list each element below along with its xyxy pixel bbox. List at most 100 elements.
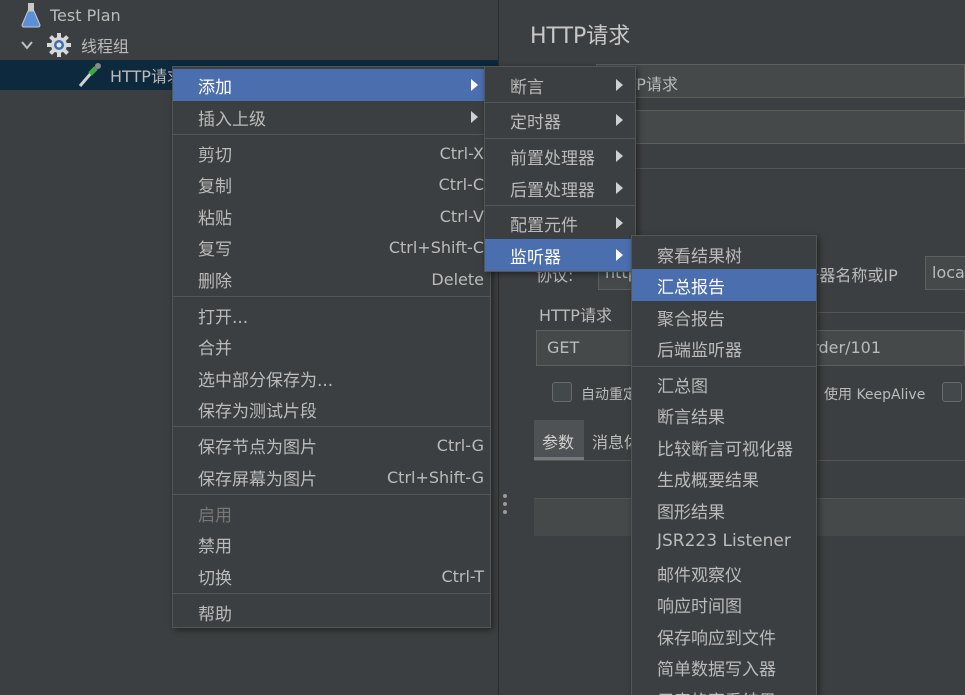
method-select[interactable]: GET bbox=[536, 330, 632, 366]
pipette-icon bbox=[76, 62, 104, 88]
comments-input[interactable] bbox=[596, 110, 965, 144]
auto-redirect-checkbox[interactable] bbox=[552, 382, 572, 402]
server-input[interactable]: localhost bbox=[925, 256, 965, 290]
menu-item-delete[interactable]: 删除 Delete bbox=[173, 263, 490, 295]
menu-item-cut[interactable]: 剪切 Ctrl-X bbox=[173, 137, 490, 169]
menu-item-label: 邮件观察仪 bbox=[657, 565, 742, 586]
menu-separator bbox=[173, 296, 490, 297]
menu-item-save-node-image[interactable]: 保存节点为图片 Ctrl-G bbox=[173, 429, 490, 461]
menu-item-add[interactable]: 添加 bbox=[173, 69, 490, 101]
tab-params[interactable]: 参数 bbox=[534, 420, 584, 460]
name-input[interactable]: HTTP请求 bbox=[596, 64, 965, 98]
page-title: HTTP请求 bbox=[530, 24, 631, 49]
menu-item-label: 监听器 bbox=[510, 247, 561, 268]
menu-item-save-screen-image[interactable]: 保存屏幕为图片 Ctrl+Shift-G bbox=[173, 461, 490, 493]
server-input-value: localhost bbox=[932, 263, 965, 282]
menu-item-shortcut: Delete bbox=[431, 269, 484, 289]
method-select-value: GET bbox=[547, 338, 580, 357]
menu-item-label: 断言结果 bbox=[657, 407, 725, 428]
menu-item-shortcut: Ctrl-X bbox=[439, 143, 484, 163]
menu-item-listener[interactable]: 监听器 bbox=[485, 239, 635, 271]
menu-item-compare-assertion-visualizer[interactable]: 比较断言可视化器 bbox=[632, 431, 816, 463]
tree-item-test-plan[interactable]: Test Plan bbox=[0, 0, 498, 30]
menu-item-toggle[interactable]: 切换 Ctrl-T bbox=[173, 560, 490, 592]
menu-item-label: 保存为测试片段 bbox=[198, 401, 317, 422]
menu-item-help[interactable]: 帮助 bbox=[173, 596, 490, 628]
menu-separator bbox=[173, 134, 490, 135]
gear-icon bbox=[46, 32, 72, 58]
chevron-right-icon bbox=[616, 249, 623, 261]
menu-item-shortcut: Ctrl-T bbox=[441, 566, 484, 586]
menu-item-jsr223-listener[interactable]: JSR223 Listener bbox=[632, 525, 816, 557]
menu-item-label: 响应时间图 bbox=[657, 596, 742, 617]
chevron-right-icon bbox=[471, 111, 478, 123]
menu-item-generate-summary-results[interactable]: 生成概要结果 bbox=[632, 462, 816, 494]
menu-separator bbox=[173, 593, 490, 594]
menu-item-simple-data-writer[interactable]: 简单数据写入器 bbox=[632, 651, 816, 683]
menu-item-insert-parent[interactable]: 插入上级 bbox=[173, 101, 490, 133]
menu-item-label: 剪切 bbox=[198, 145, 232, 166]
tab-message-body[interactable]: 消息体数据 bbox=[592, 420, 632, 460]
menu-item-label: 前置处理器 bbox=[510, 148, 595, 169]
tree-item-label: Test Plan bbox=[50, 5, 121, 25]
menu-item-label: 聚合报告 bbox=[657, 309, 725, 330]
menu-item-view-results-tree[interactable]: 察看结果树 bbox=[632, 238, 816, 270]
menu-item-label: 生成概要结果 bbox=[657, 470, 759, 491]
menu-item-label: 选中部分保存为... bbox=[198, 370, 334, 391]
menu-item-backend-listener[interactable]: 后端监听器 bbox=[632, 332, 816, 364]
menu-item-open[interactable]: 打开... bbox=[173, 299, 490, 331]
menu-item-label: 添加 bbox=[198, 77, 232, 98]
splitter-grip-icon[interactable] bbox=[503, 494, 508, 518]
menu-item-label: 复写 bbox=[198, 239, 232, 260]
menu-item-label: 图形结果 bbox=[657, 502, 725, 523]
menu-separator bbox=[173, 494, 490, 495]
menu-item-assertion[interactable]: 断言 bbox=[485, 69, 635, 101]
flask-icon bbox=[20, 2, 42, 28]
menu-separator bbox=[485, 138, 635, 139]
chevron-down-icon[interactable] bbox=[20, 38, 34, 52]
keepalive-checkbox[interactable] bbox=[942, 382, 962, 402]
menu-item-post-processor[interactable]: 后置处理器 bbox=[485, 172, 635, 204]
menu-item-label: 保存响应到文件 bbox=[657, 628, 776, 649]
tree-item-thread-group[interactable]: 线程组 bbox=[0, 30, 498, 60]
menu-item-label: 保存屏幕为图片 bbox=[198, 469, 317, 490]
menu-item-shortcut: Ctrl-G bbox=[436, 435, 484, 455]
listener-submenu: 察看结果树 汇总报告 聚合报告 后端监听器 汇总图 断言结果 比较断言可视化器 … bbox=[631, 235, 817, 695]
menu-item-graph-results[interactable]: 图形结果 bbox=[632, 494, 816, 526]
menu-item-label: 察看结果树 bbox=[657, 246, 742, 267]
menu-item-save-responses-to-file[interactable]: 保存响应到文件 bbox=[632, 620, 816, 652]
menu-item-label: 后端监听器 bbox=[657, 340, 742, 361]
chevron-right-icon bbox=[616, 114, 623, 126]
menu-item-copy[interactable]: 复制 Ctrl-C bbox=[173, 168, 490, 200]
menu-item-label: 汇总报告 bbox=[657, 277, 725, 298]
http-section-label: HTTP请求 bbox=[539, 306, 612, 325]
menu-item-mailer-visualizer[interactable]: 邮件观察仪 bbox=[632, 557, 816, 589]
menu-item-aggregate-report[interactable]: 聚合报告 bbox=[632, 301, 816, 333]
menu-item-summary-graph[interactable]: 汇总图 bbox=[632, 368, 816, 400]
menu-item-view-results-table[interactable]: 用表格察看结果 bbox=[632, 683, 816, 695]
menu-item-pre-processor[interactable]: 前置处理器 bbox=[485, 140, 635, 172]
menu-item-disable[interactable]: 禁用 bbox=[173, 528, 490, 560]
menu-separator bbox=[485, 205, 635, 206]
menu-item-shortcut: Ctrl-C bbox=[438, 174, 484, 194]
menu-item-paste[interactable]: 粘贴 Ctrl-V bbox=[173, 200, 490, 232]
menu-item-label: 简单数据写入器 bbox=[657, 659, 776, 680]
menu-item-response-time-graph[interactable]: 响应时间图 bbox=[632, 588, 816, 620]
menu-item-merge[interactable]: 合并 bbox=[173, 330, 490, 362]
menu-item-shortcut: Ctrl+Shift-G bbox=[387, 467, 484, 487]
menu-item-label: 切换 bbox=[198, 568, 232, 589]
menu-item-save-selection-as[interactable]: 选中部分保存为... bbox=[173, 362, 490, 394]
path-input[interactable]: /order/101 bbox=[816, 330, 965, 366]
menu-item-summary-report[interactable]: 汇总报告 bbox=[632, 269, 816, 301]
menu-item-label: 复制 bbox=[198, 176, 232, 197]
chevron-right-icon bbox=[616, 182, 623, 194]
menu-item-assertion-results[interactable]: 断言结果 bbox=[632, 399, 816, 431]
chevron-right-icon bbox=[471, 79, 478, 91]
menu-separator bbox=[632, 366, 816, 367]
menu-item-config-element[interactable]: 配置元件 bbox=[485, 207, 635, 239]
menu-item-timer[interactable]: 定时器 bbox=[485, 104, 635, 136]
menu-item-save-as-fragment[interactable]: 保存为测试片段 bbox=[173, 393, 490, 425]
menu-item-label: 粘贴 bbox=[198, 208, 232, 229]
menu-item-duplicate[interactable]: 复写 Ctrl+Shift-C bbox=[173, 231, 490, 263]
menu-item-label: 合并 bbox=[198, 338, 232, 359]
